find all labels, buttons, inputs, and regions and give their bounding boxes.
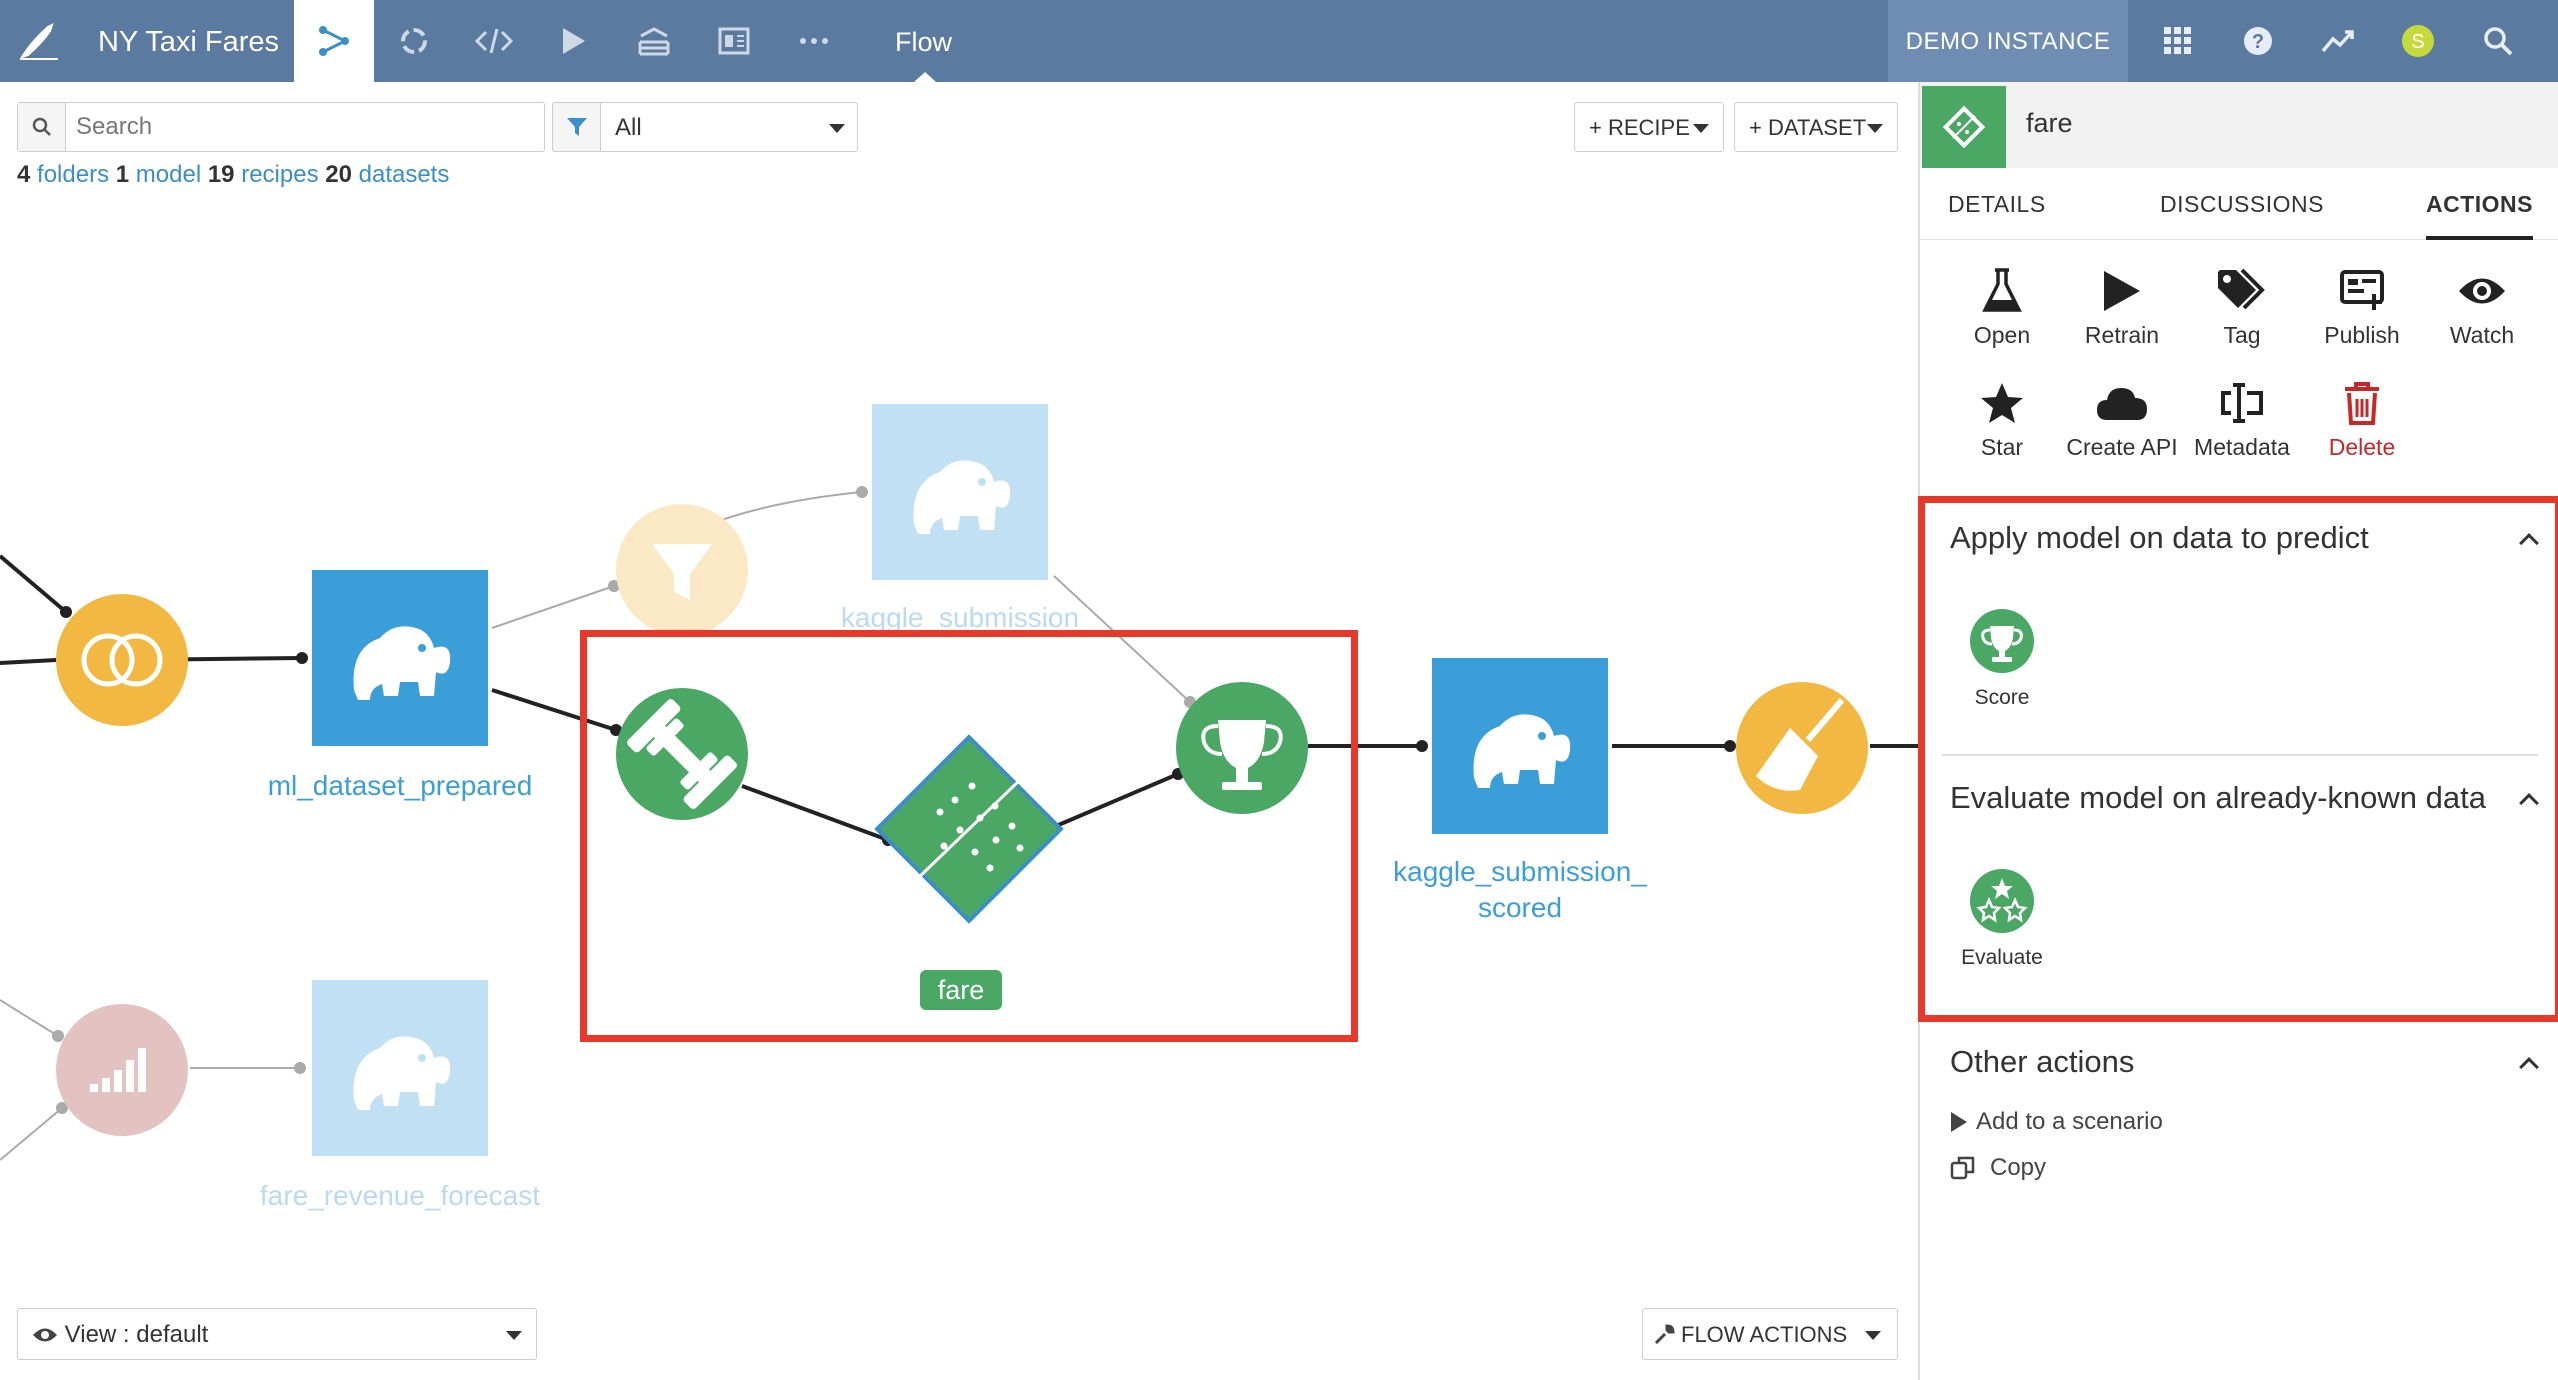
model-icon [1922, 86, 2006, 168]
chevron-up-icon[interactable] [2519, 1057, 2539, 1077]
play-icon [2062, 260, 2182, 322]
add-recipe-button[interactable]: + RECIPE [1574, 102, 1724, 152]
project-name[interactable]: NY Taxi Fares [98, 0, 279, 82]
trend-icon[interactable] [2308, 0, 2368, 82]
filter-recipe-node[interactable] [616, 504, 748, 636]
flask-icon [1942, 260, 2062, 322]
highlight-box-model [580, 630, 1358, 1042]
chevron-down-icon [1867, 124, 1883, 133]
eye-icon [33, 1328, 57, 1342]
chevron-down-icon [1865, 1331, 1881, 1340]
play-icon [1951, 1112, 1967, 1132]
star-action[interactable]: Star [1942, 372, 2062, 461]
metadata-action[interactable]: Metadata [2182, 372, 2302, 461]
tab-discussions[interactable]: DISCUSSIONS [2160, 168, 2324, 240]
chevron-down-icon [1693, 124, 1709, 133]
jobs-play-icon[interactable] [534, 0, 614, 82]
retrain-action[interactable]: Retrain [2062, 260, 2182, 349]
top-navigation-bar: NY Taxi Fares Flow DEMO INSTANCE ? S [0, 0, 2558, 82]
search-icon [18, 103, 66, 151]
text-cursor-icon [2182, 372, 2302, 434]
dataset-label[interactable]: ml_dataset_prepared [240, 770, 560, 802]
copy-link[interactable]: Copy [1950, 1154, 2046, 1182]
tags-icon [2182, 260, 2302, 322]
panel-header: fare [1920, 82, 2558, 168]
dashboard-add-icon [2302, 260, 2422, 322]
dataset-kaggle-submission[interactable] [872, 404, 1048, 580]
filter-select-value: All [615, 114, 642, 141]
current-view-label: Flow [895, 27, 953, 57]
wiki-stack-icon[interactable] [614, 0, 694, 82]
create-api-action[interactable]: Create API [2062, 372, 2182, 461]
code-icon[interactable] [454, 0, 534, 82]
instance-label[interactable]: DEMO INSTANCE [1888, 0, 2128, 82]
user-initial: S [2411, 31, 2424, 53]
more-icon[interactable] [774, 0, 854, 82]
dataset-fare-revenue-forecast[interactable] [312, 980, 488, 1156]
wrench-icon [1654, 1324, 1675, 1345]
panel-tabs: DETAILS DISCUSSIONS ACTIONS [1920, 168, 2558, 240]
publish-action[interactable]: Publish [2302, 260, 2422, 349]
eye-icon [2422, 260, 2542, 322]
add-to-scenario-link[interactable]: Add to a scenario [1950, 1108, 2163, 1136]
prepare-recipe-node[interactable] [1736, 682, 1868, 814]
copy-icon [1950, 1156, 1975, 1180]
lab-icon[interactable] [374, 0, 454, 82]
tab-details[interactable]: DETAILS [1948, 168, 2046, 240]
filter-select[interactable]: All [600, 102, 858, 152]
dataset-label[interactable]: fare_revenue_forecast [240, 1180, 560, 1212]
models-link[interactable]: model [136, 161, 201, 188]
chevron-down-icon [506, 1331, 522, 1340]
open-action[interactable]: Open [1942, 260, 2062, 349]
chevron-down-icon [829, 124, 845, 133]
search-input[interactable] [66, 113, 526, 141]
section-title: Other actions [1950, 1044, 2135, 1079]
tag-action[interactable]: Tag [2182, 260, 2302, 349]
add-dataset-button[interactable]: + DATASET [1734, 102, 1898, 152]
filter-icon[interactable] [552, 102, 600, 152]
help-icon[interactable]: ? [2228, 0, 2288, 82]
trash-icon [2302, 372, 2422, 434]
folders-link[interactable]: folders [37, 161, 109, 188]
flow-actions-button[interactable]: FLOW ACTIONS [1642, 1308, 1898, 1360]
delete-action[interactable]: Delete [2302, 372, 2422, 461]
recipes-link[interactable]: recipes [241, 161, 318, 188]
user-avatar[interactable]: S [2388, 0, 2448, 82]
flow-search-box [17, 102, 545, 152]
dataset-label[interactable]: kaggle_submission_ scored [1360, 854, 1680, 926]
flow-counts: 4 folders 1 model 19 recipes 20 datasets [17, 161, 450, 188]
panel-title: fare [2026, 108, 2073, 138]
cloud-icon [2062, 372, 2182, 434]
highlight-box-actions [1918, 496, 2558, 1022]
join-recipe-node[interactable] [56, 594, 188, 726]
view-select[interactable]: View : default [17, 1308, 537, 1360]
dashboard-icon[interactable] [694, 0, 774, 82]
tab-actions[interactable]: ACTIONS [2426, 168, 2533, 240]
right-panel: fare DETAILS DISCUSSIONS ACTIONS Open Re… [1918, 82, 2558, 1380]
dataiku-logo[interactable] [0, 0, 62, 82]
search-icon[interactable] [2468, 0, 2528, 82]
watch-action[interactable]: Watch [2422, 260, 2542, 349]
predict-recipe-node[interactable] [56, 1004, 188, 1136]
datasets-link[interactable]: datasets [359, 161, 450, 188]
dataset-ml-dataset-prepared[interactable] [312, 570, 488, 746]
apps-grid-icon[interactable] [2148, 0, 2208, 82]
dataset-kaggle-submission-scored[interactable] [1432, 658, 1608, 834]
star-icon [1942, 372, 2062, 434]
flow-icon[interactable] [294, 0, 374, 82]
current-view-indicator [914, 72, 936, 82]
svg-text:?: ? [2252, 31, 2264, 53]
